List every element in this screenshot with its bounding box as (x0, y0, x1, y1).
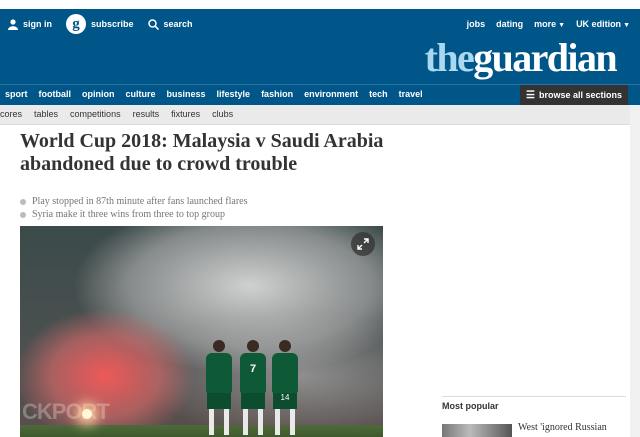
bullet-icon (20, 199, 26, 206)
guardian-g-logo-icon: g (66, 14, 86, 34)
dating-link[interactable]: dating (496, 19, 523, 29)
edition-label: UK edition (576, 19, 622, 29)
page-top-strip (0, 0, 640, 9)
nav-item-sport[interactable]: sport (5, 89, 28, 99)
most-popular-item-title: West 'ignored Russian (518, 422, 607, 433)
standfirst-text: Syria make it three wins from three to t… (32, 208, 226, 220)
chevron-down-icon: ▼ (558, 22, 566, 29)
subnav-item-clubs[interactable]: clubs (212, 109, 233, 119)
masthead: sign in g subscribe search jobs dating m… (0, 9, 640, 84)
logo-guardian: guardian (473, 35, 617, 80)
expand-icon (357, 238, 369, 250)
subscribe-label: subscribe (91, 19, 134, 29)
nav-item-travel[interactable]: travel (399, 89, 423, 99)
standfirst-text: Play stopped in 87th minute after fans l… (32, 196, 248, 207)
logo-the: the (424, 35, 475, 80)
edition-menu[interactable]: UK edition ▼ (576, 19, 630, 29)
player-figure: 14 (272, 340, 298, 435)
masthead-left-links: sign in g subscribe search (8, 14, 207, 34)
subnav-item-competitions[interactable]: competitions (70, 109, 121, 119)
most-popular-thumbnail (442, 424, 512, 437)
sign-in-link[interactable]: sign in (8, 18, 52, 30)
browse-label: browse all sections (538, 90, 622, 100)
browse-all-sections-button[interactable]: ☰ browse all sections (520, 85, 628, 105)
nav-item-tech[interactable]: tech (369, 89, 388, 99)
player-figure (206, 340, 232, 435)
nav-item-business[interactable]: business (167, 89, 206, 99)
nav-item-culture[interactable]: culture (126, 89, 156, 99)
scrollbar[interactable] (630, 105, 640, 437)
expand-image-button[interactable] (351, 232, 375, 256)
nav-item-fashion[interactable]: fashion (261, 89, 293, 99)
photo-pitch (20, 425, 383, 437)
subnav-item-scores[interactable]: cores (0, 109, 22, 119)
player-figure: 7 (240, 340, 266, 435)
sub-nav: cores tables competitions results fixtur… (0, 105, 630, 125)
subnav-item-fixtures[interactable]: fixtures (171, 109, 200, 119)
guardian-logo[interactable]: theguardian (424, 35, 618, 80)
article-headline: World Cup 2018: Malaysia v Saudi Arabia … (20, 130, 384, 175)
shorts-number: 14 (273, 393, 297, 409)
most-popular-heading: Most popular (442, 401, 499, 411)
nav-item-lifestyle[interactable]: lifestyle (217, 89, 251, 99)
search-link[interactable]: search (147, 18, 193, 30)
flare-light (82, 409, 92, 419)
search-icon (147, 18, 159, 30)
shirt-number: 7 (240, 353, 266, 393)
masthead-right-links: jobs dating more ▼ UK edition ▼ (456, 15, 630, 33)
nav-item-football[interactable]: football (39, 89, 72, 99)
standfirst-item: Syria make it three wins from three to t… (20, 209, 248, 222)
most-popular-divider (442, 396, 626, 397)
standfirst-item: Play stopped in 87th minute after fans l… (20, 196, 248, 209)
more-label: more (534, 19, 557, 29)
user-icon (8, 18, 18, 30)
most-popular-item[interactable]: West 'ignored Russian (442, 422, 626, 437)
article-standfirst: Play stopped in 87th minute after fans l… (20, 196, 248, 221)
more-menu[interactable]: more ▼ (534, 19, 565, 29)
search-label: search (163, 19, 193, 29)
nav-item-environment[interactable]: environment (304, 89, 358, 99)
hamburger-icon: ☰ (526, 89, 535, 101)
subnav-item-tables[interactable]: tables (34, 109, 58, 119)
section-nav-items: sport football opinion culture business … (5, 89, 434, 99)
chevron-down-icon: ▼ (623, 22, 630, 29)
photo-watermark: CKPORT (22, 399, 110, 424)
section-nav: sport football opinion culture business … (0, 84, 640, 105)
subnav-item-results[interactable]: results (133, 109, 160, 119)
sub-nav-items: cores tables competitions results fixtur… (0, 109, 245, 119)
subscribe-link[interactable]: g subscribe (66, 14, 134, 34)
article-main-photo[interactable]: CKPORT 7 14 (20, 226, 383, 437)
nav-item-opinion[interactable]: opinion (82, 89, 115, 99)
sign-in-label: sign in (23, 19, 52, 29)
bullet-icon (20, 211, 26, 218)
jobs-link[interactable]: jobs (467, 19, 486, 29)
